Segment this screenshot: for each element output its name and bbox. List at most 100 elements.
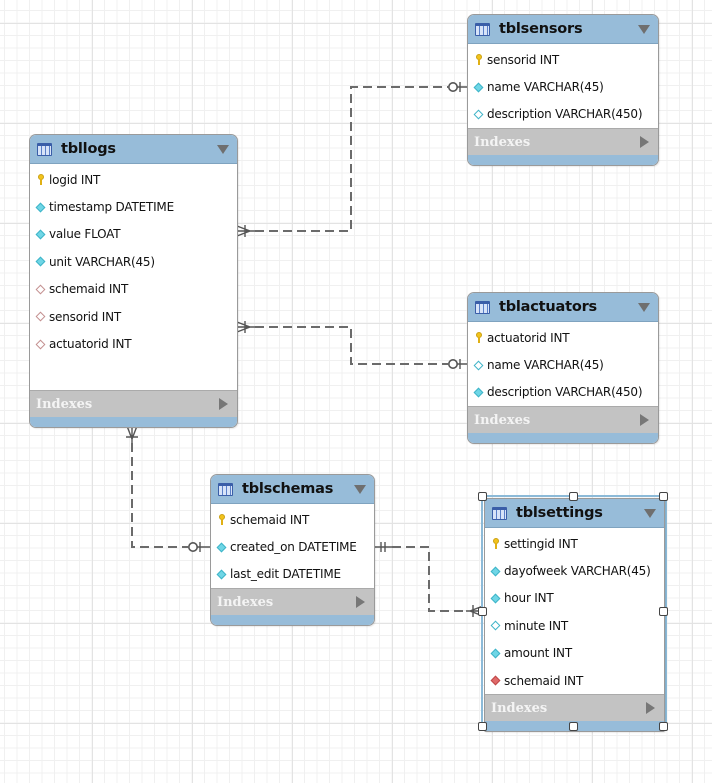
column-label: dayofweek VARCHAR(45) bbox=[504, 564, 651, 579]
column-row[interactable]: sensorid INT bbox=[468, 46, 658, 73]
table-header[interactable]: tblactuators bbox=[468, 293, 658, 322]
resize-handle-left[interactable] bbox=[478, 607, 487, 616]
column-row[interactable]: settingid INT bbox=[485, 530, 664, 557]
collapse-icon[interactable] bbox=[644, 508, 656, 518]
indexes-section[interactable]: Indexes bbox=[30, 390, 237, 417]
column-label: actuatorid INT bbox=[49, 337, 132, 352]
table-tbllogs[interactable]: tbllogs logid INT timestamp DATETIME val… bbox=[29, 134, 238, 428]
indexes-label: Indexes bbox=[491, 700, 548, 716]
column-row[interactable]: schemaid INT bbox=[30, 276, 237, 303]
primary-key-icon bbox=[37, 174, 44, 186]
table-header[interactable]: tblschemas bbox=[211, 475, 374, 504]
table-title: tbllogs bbox=[61, 141, 116, 157]
resize-handle-top-right[interactable] bbox=[659, 492, 668, 501]
not-null-column-icon bbox=[490, 566, 501, 577]
table-tblsensors[interactable]: tblsensors sensorid INT name VARCHAR(45)… bbox=[467, 14, 659, 167]
primary-key-icon bbox=[475, 54, 482, 66]
column-row[interactable]: actuatorid INT bbox=[30, 330, 237, 357]
column-row[interactable]: name VARCHAR(45) bbox=[468, 351, 658, 378]
column-row[interactable]: schemaid INT bbox=[211, 506, 374, 533]
foreign-key-icon bbox=[35, 284, 46, 295]
indexes-section[interactable]: Indexes bbox=[468, 128, 658, 156]
expand-arrow-icon[interactable] bbox=[646, 702, 655, 715]
column-row[interactable]: unit VARCHAR(45) bbox=[30, 248, 237, 275]
table-tblsettings[interactable]: tblsettings settingid INT dayofweek VARC… bbox=[484, 498, 665, 733]
column-row[interactable]: timestamp DATETIME bbox=[30, 193, 237, 220]
expand-arrow-icon[interactable] bbox=[640, 136, 649, 149]
table-icon bbox=[475, 22, 490, 36]
column-label: unit VARCHAR(45) bbox=[49, 254, 155, 269]
column-label: last_edit DATETIME bbox=[230, 567, 341, 582]
resize-handle-bottom[interactable] bbox=[569, 722, 578, 731]
primary-key-icon bbox=[218, 514, 225, 526]
column-row[interactable]: sensorid INT bbox=[30, 303, 237, 330]
table-footer bbox=[468, 433, 658, 444]
resize-handle-top[interactable] bbox=[569, 492, 578, 501]
column-row[interactable]: last_edit DATETIME bbox=[211, 561, 374, 588]
expand-arrow-icon[interactable] bbox=[640, 414, 649, 427]
column-row[interactable]: name VARCHAR(45) bbox=[468, 73, 658, 100]
table-header[interactable]: tblsettings bbox=[485, 499, 664, 528]
column-label: value FLOAT bbox=[49, 227, 121, 242]
column-row[interactable]: amount INT bbox=[485, 640, 664, 667]
relationship-schemas-settings[interactable] bbox=[374, 542, 484, 617]
not-null-column-icon bbox=[490, 648, 501, 659]
expand-arrow-icon[interactable] bbox=[356, 596, 365, 609]
indexes-label: Indexes bbox=[217, 594, 274, 610]
table-icon bbox=[37, 142, 52, 156]
table-title: tblsettings bbox=[516, 505, 603, 521]
table-title: tblschemas bbox=[242, 481, 334, 497]
column-row[interactable]: logid INT bbox=[30, 166, 237, 193]
column-label: schemaid INT bbox=[504, 673, 584, 688]
column-label: description VARCHAR(450) bbox=[487, 107, 643, 122]
table-footer bbox=[30, 417, 237, 427]
column-row[interactable]: actuatorid INT bbox=[468, 324, 658, 351]
column-row[interactable]: description VARCHAR(450) bbox=[468, 101, 658, 128]
column-label: actuatorid INT bbox=[487, 330, 570, 345]
relationship-logs-schemas[interactable] bbox=[126, 425, 210, 552]
table-header[interactable]: tblsensors bbox=[468, 15, 658, 44]
not-null-column-icon bbox=[216, 542, 227, 553]
primary-key-icon bbox=[492, 538, 499, 550]
indexes-section[interactable]: Indexes bbox=[485, 694, 664, 722]
column-label: sensorid INT bbox=[487, 52, 559, 67]
indexes-section[interactable]: Indexes bbox=[468, 406, 658, 434]
column-row[interactable]: hour INT bbox=[485, 585, 664, 612]
column-row[interactable]: schemaid INT bbox=[485, 667, 664, 694]
resize-handle-bottom-left[interactable] bbox=[478, 722, 487, 731]
column-row[interactable]: minute INT bbox=[485, 612, 664, 639]
collapse-icon[interactable] bbox=[217, 144, 229, 154]
resize-handle-top-left[interactable] bbox=[478, 492, 487, 501]
indexes-section[interactable]: Indexes bbox=[211, 588, 374, 616]
table-tblactuators[interactable]: tblactuators actuatorid INT name VARCHAR… bbox=[467, 292, 659, 445]
table-icon bbox=[492, 506, 507, 520]
table-title: tblactuators bbox=[499, 299, 597, 315]
resize-handle-bottom-right[interactable] bbox=[659, 722, 668, 731]
table-title: tblsensors bbox=[499, 21, 583, 37]
relationship-logs-actuators[interactable] bbox=[236, 321, 468, 369]
not-null-column-icon bbox=[35, 256, 46, 267]
column-row[interactable]: dayofweek VARCHAR(45) bbox=[485, 557, 664, 584]
table-tblschemas[interactable]: tblschemas schemaid INT created_on DATET… bbox=[210, 474, 375, 627]
not-null-column-icon bbox=[35, 229, 46, 240]
column-label: timestamp DATETIME bbox=[49, 200, 174, 215]
not-null-column-icon bbox=[473, 82, 484, 93]
column-label: logid INT bbox=[49, 172, 101, 187]
collapse-icon[interactable] bbox=[354, 484, 366, 494]
nullable-column-icon bbox=[473, 360, 484, 371]
relationship-logs-sensors[interactable] bbox=[236, 82, 468, 237]
expand-arrow-icon[interactable] bbox=[219, 398, 228, 410]
collapse-icon[interactable] bbox=[638, 302, 650, 312]
collapse-icon[interactable] bbox=[638, 24, 650, 34]
column-label: name VARCHAR(45) bbox=[487, 358, 604, 373]
column-row[interactable]: description VARCHAR(450) bbox=[468, 379, 658, 406]
primary-key-icon bbox=[475, 332, 482, 344]
not-null-column-icon bbox=[473, 387, 484, 398]
column-label: minute INT bbox=[504, 618, 568, 633]
column-label: schemaid INT bbox=[49, 282, 129, 297]
table-header[interactable]: tbllogs bbox=[30, 135, 237, 164]
column-row[interactable]: created_on DATETIME bbox=[211, 533, 374, 560]
column-row[interactable]: value FLOAT bbox=[30, 221, 237, 248]
resize-handle-right[interactable] bbox=[659, 607, 668, 616]
table-footer bbox=[468, 155, 658, 166]
